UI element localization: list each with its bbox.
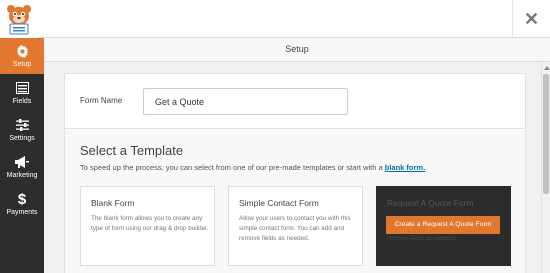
sidebar-item-label: Fields — [12, 98, 32, 105]
sidebar-item-label: Payments — [6, 209, 38, 216]
page-title: Setup — [285, 44, 309, 54]
blank-form-link[interactable]: blank form. — [385, 163, 425, 172]
card-title: Request A Quote Form — [387, 198, 474, 208]
close-button[interactable]: ✕ — [512, 0, 550, 38]
fields-list-icon — [0, 80, 44, 96]
dollar-icon: $ — [17, 190, 27, 208]
sidebar-item-fields[interactable]: Fields — [0, 75, 44, 111]
setup-header: Setup — [44, 38, 550, 62]
card-title: Blank Form — [91, 198, 135, 208]
card-description: The blank form allows you to create any … — [91, 215, 209, 232]
card-description: Allow your users to contact you with thi… — [239, 215, 351, 242]
sliders-icon — [0, 117, 44, 133]
sidebar-item-marketing[interactable]: Marketing — [0, 149, 44, 185]
form-name-label: Form Name — [80, 96, 123, 105]
sidebar-item-settings[interactable]: Settings — [0, 112, 44, 148]
sidebar-item-payments[interactable]: $ Payments — [0, 186, 44, 222]
scrollbar[interactable] — [541, 62, 550, 273]
description-text: To speed up the process, you can select … — [80, 163, 383, 172]
template-section: Select a Template To speed up the proces… — [65, 130, 525, 273]
sidebar-item-setup[interactable]: Setup — [0, 38, 44, 74]
sidebar-item-label: Marketing — [6, 172, 38, 179]
top-bar: ✕ — [0, 0, 550, 38]
create-quote-form-button[interactable]: Create a Request A Quote Form — [386, 216, 500, 234]
section-description: To speed up the process, you can select … — [80, 163, 425, 172]
card-title: Simple Contact Form — [239, 198, 319, 208]
template-card-quote[interactable]: Request A Quote Form Start collecting le… — [376, 186, 511, 266]
form-name-row: Form Name Get a Quote — [65, 74, 525, 129]
megaphone-icon — [0, 154, 44, 170]
scroll-up-arrow-icon[interactable] — [544, 66, 550, 70]
sidebar-item-label: Settings — [9, 135, 35, 142]
sidebar-item-label: Setup — [12, 61, 32, 68]
template-card-contact[interactable]: Simple Contact Form Allow your users to … — [228, 186, 363, 266]
form-name-input[interactable]: Get a Quote — [143, 88, 348, 115]
builder-sidebar: Setup Fields Settings Marketing $ Paymen… — [0, 38, 44, 273]
close-icon: ✕ — [523, 8, 540, 29]
section-title: Select a Template — [80, 143, 184, 158]
scrollbar-thumb[interactable] — [543, 74, 549, 194]
template-card-blank[interactable]: Blank Form The blank form allows you to … — [80, 186, 215, 266]
gear-icon — [0, 43, 44, 59]
setup-panel: Form Name Get a Quote Select a Template … — [64, 73, 526, 273]
wpforms-bear-icon — [0, 0, 38, 38]
